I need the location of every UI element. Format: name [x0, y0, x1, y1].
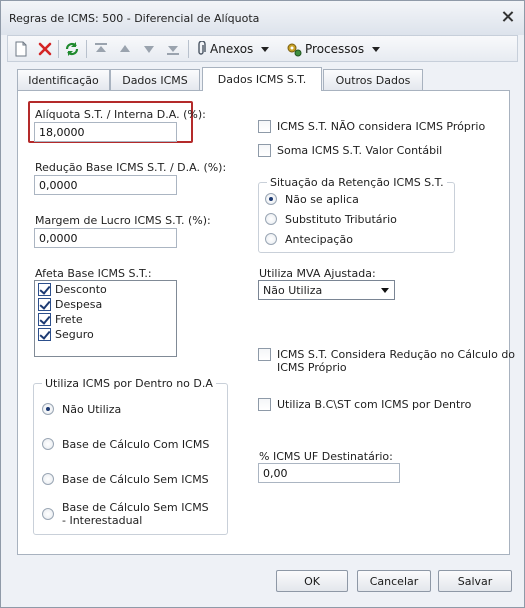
anexos-menu-button[interactable]: Anexos — [195, 40, 270, 58]
group-title: Situação da Retenção ICMS S.T. — [267, 176, 447, 189]
utiliza-bc-st-checkbox[interactable]: Utiliza B.C\ST com ICMS por Dentro — [258, 398, 471, 411]
checkbox[interactable] — [258, 120, 271, 133]
checkbox-label: ICMS S.T. Considera Redução no Cálculo d… — [277, 348, 516, 374]
radio-nao-se-aplica[interactable]: Não se aplica — [265, 193, 359, 206]
radio-button[interactable] — [265, 213, 277, 225]
radio-button[interactable] — [42, 473, 54, 485]
refresh-icon[interactable] — [64, 40, 80, 58]
move-down-icon[interactable] — [142, 40, 156, 58]
save-button[interactable]: Salvar — [438, 570, 512, 592]
radio-button[interactable] — [42, 438, 54, 450]
checkbox-label: Utiliza B.C\ST com ICMS por Dentro — [277, 398, 472, 411]
title-bar: Regras de ICMS: 500 - Diferencial de Alí… — [1, 1, 524, 35]
afeta-base-label: Afeta Base ICMS S.T.: — [35, 267, 152, 280]
tab-outros-dados[interactable]: Outros Dados — [323, 69, 423, 90]
toolbar-separator — [58, 40, 59, 58]
radio-nao-utiliza[interactable]: Não Utiliza — [42, 403, 121, 416]
move-first-icon[interactable] — [94, 40, 108, 58]
close-icon[interactable] — [500, 9, 516, 25]
radio-bc-sem-icms-interestadual[interactable]: Base de Cálculo Sem ICMS - Interestadual — [42, 501, 212, 527]
checkbox-frete[interactable] — [38, 313, 51, 326]
list-item-label: Desconto — [55, 283, 107, 296]
tab-dados-icms[interactable]: Dados ICMS — [110, 69, 200, 90]
checkbox-label: ICMS S.T. NÃO considera ICMS Próprio — [277, 120, 486, 133]
radio-label: Base de Cálculo Sem ICMS — [62, 473, 209, 486]
soma-valor-contabil-checkbox[interactable]: Soma ICMS S.T. Valor Contábil — [258, 144, 442, 157]
checkbox[interactable] — [258, 348, 271, 361]
radio-button[interactable] — [265, 193, 277, 205]
aliquota-input[interactable]: 18,0000 — [34, 122, 177, 142]
chevron-down-icon — [381, 288, 389, 293]
processos-label: Processos — [305, 42, 365, 56]
radio-label: Não Utiliza — [62, 403, 122, 416]
move-up-icon[interactable] — [118, 40, 132, 58]
chevron-down-icon — [372, 46, 381, 52]
checkbox-label: Soma ICMS S.T. Valor Contábil — [277, 144, 443, 157]
toolbar-separator — [188, 40, 189, 58]
list-item[interactable]: Frete — [38, 313, 83, 326]
mva-select[interactable]: Não Utiliza — [258, 280, 395, 300]
reducao-label: Redução Base ICMS S.T. / D.A. (%): — [35, 161, 227, 174]
radio-label: Não se aplica — [285, 193, 359, 206]
list-item-label: Despesa — [55, 298, 103, 311]
radio-button[interactable] — [265, 233, 277, 245]
cancel-button[interactable]: Cancelar — [357, 570, 431, 592]
checkbox-despesa[interactable] — [38, 298, 51, 311]
list-item-label: Seguro — [55, 328, 94, 341]
list-item-label: Frete — [55, 313, 83, 326]
checkbox-seguro[interactable] — [38, 328, 51, 341]
radio-button[interactable] — [42, 403, 54, 415]
checkbox[interactable] — [258, 144, 271, 157]
considera-reducao-checkbox[interactable]: ICMS S.T. Considera Redução no Cálculo d… — [258, 348, 517, 374]
anexos-label: Anexos — [210, 42, 254, 56]
radio-label: Base de Cálculo Sem ICMS - Interestadual — [62, 501, 209, 527]
tab-dados-icms-st[interactable]: Dados ICMS S.T. — [202, 67, 322, 91]
nao-considera-icms-proprio-checkbox[interactable]: ICMS S.T. NÃO considera ICMS Próprio — [258, 120, 485, 133]
uf-destinatario-input[interactable]: 0,00 — [258, 463, 400, 483]
radio-substituto-tributario[interactable]: Substituto Tributário — [265, 213, 397, 226]
radio-antecipacao[interactable]: Antecipação — [265, 233, 353, 246]
window-title: Regras de ICMS: 500 - Diferencial de Alí… — [9, 12, 260, 25]
paperclip-icon — [198, 41, 206, 55]
delete-x-icon[interactable] — [38, 40, 52, 58]
list-item[interactable]: Desconto — [38, 283, 107, 296]
mva-selected-value: Não Utiliza — [263, 284, 323, 297]
radio-label: Substituto Tributário — [285, 213, 397, 226]
ok-button[interactable]: OK — [276, 570, 348, 592]
radio-button[interactable] — [42, 508, 54, 520]
chevron-down-icon — [261, 46, 270, 52]
margem-label: Margem de Lucro ICMS S.T. (%): — [35, 214, 211, 227]
uf-destinatario-label: % ICMS UF Destinatário: — [259, 450, 393, 463]
radio-bc-com-icms[interactable]: Base de Cálculo Com ICMS — [42, 438, 209, 451]
margem-input[interactable]: 0,0000 — [34, 228, 177, 248]
checkbox-desconto[interactable] — [38, 283, 51, 296]
gears-icon — [287, 43, 302, 57]
toolbar-separator — [86, 40, 87, 58]
radio-label: Antecipação — [285, 233, 353, 246]
group-title: Utiliza ICMS por Dentro no D.A — [42, 377, 216, 390]
dialog-window: Regras de ICMS: 500 - Diferencial de Alí… — [0, 0, 525, 608]
reducao-input[interactable]: 0,0000 — [34, 175, 177, 195]
tab-identificacao[interactable]: Identificação — [17, 69, 110, 90]
move-last-icon[interactable] — [166, 40, 180, 58]
radio-label: Base de Cálculo Com ICMS — [62, 438, 210, 451]
list-item[interactable]: Despesa — [38, 298, 102, 311]
mva-label: Utiliza MVA Ajustada: — [259, 267, 376, 280]
toolbar: Anexos Processos — [7, 35, 518, 62]
afeta-base-checklist[interactable]: Desconto Despesa Frete Seguro — [34, 280, 177, 357]
new-document-icon[interactable] — [14, 40, 28, 58]
processos-menu-button[interactable]: Processos — [286, 40, 381, 58]
checkbox[interactable] — [258, 398, 271, 411]
list-item[interactable]: Seguro — [38, 328, 94, 341]
aliquota-label: Alíquota S.T. / Interna D.A. (%): — [35, 108, 206, 121]
radio-bc-sem-icms[interactable]: Base de Cálculo Sem ICMS — [42, 473, 209, 486]
